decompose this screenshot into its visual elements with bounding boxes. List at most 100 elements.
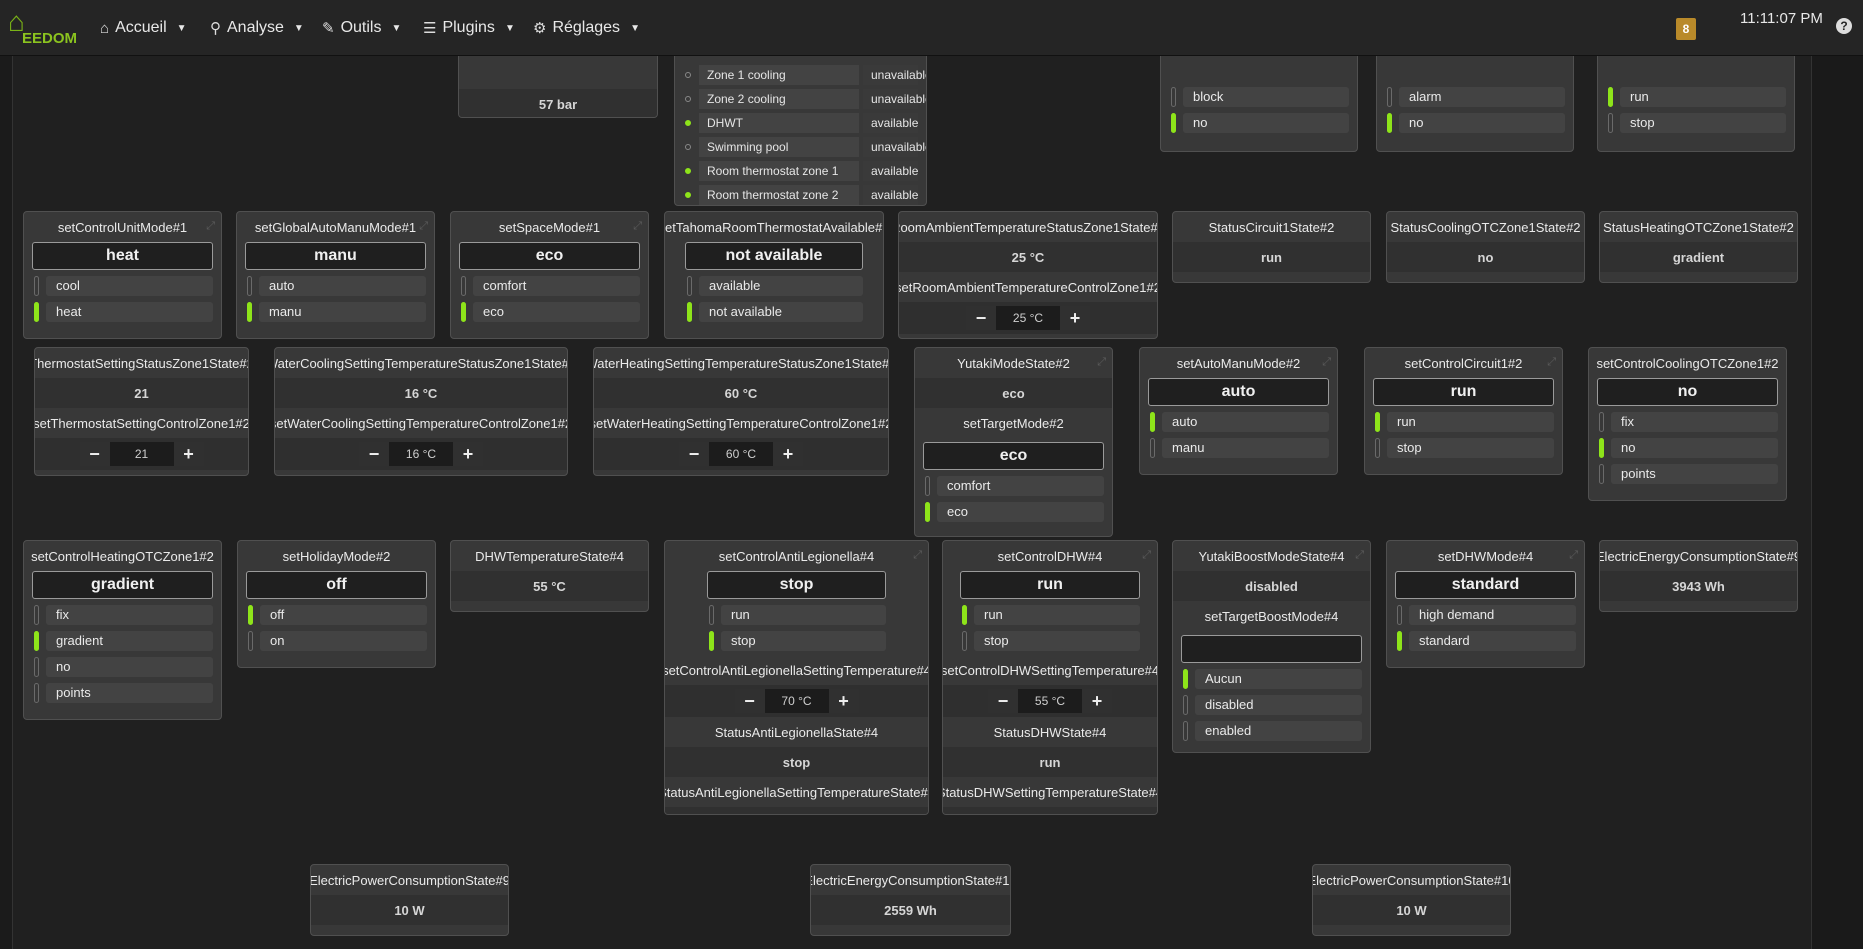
plus-button[interactable]: + [453,442,483,466]
menu-accueil[interactable]: ⌂ Accueil ▼ [100,0,187,56]
option-points[interactable]: points [1597,464,1778,484]
help-icon[interactable]: ? [1836,18,1852,34]
option-fix[interactable]: fix [32,605,213,625]
plus-button[interactable]: + [173,442,204,466]
minus-button[interactable]: − [734,689,765,713]
option-disabled[interactable]: disabled [1181,695,1362,715]
option-auto[interactable]: auto [245,276,426,296]
option-heat[interactable]: heat [32,302,213,322]
option-run[interactable]: run [707,605,886,625]
minus-button[interactable]: − [679,442,709,466]
message-badge[interactable]: 8 [1676,18,1696,40]
option-alarm[interactable]: alarm [1385,87,1565,107]
menu-outils[interactable]: ✎ Outils ▼ [322,0,401,56]
plus-button[interactable]: + [1082,689,1112,713]
list-item: Zone 1 cooling unavailable [683,65,926,85]
plus-button[interactable]: + [773,442,803,466]
state-button[interactable]: run [960,571,1140,599]
option-auto[interactable]: auto [1148,412,1329,432]
stepper-value[interactable]: 55 °C [1018,689,1082,713]
expand-icon[interactable]: ⤢ [1097,356,1106,369]
indicator [709,605,714,625]
option-no[interactable]: no [32,657,213,677]
control-title: setControlAntiLegionellaSettingTemperatu… [665,655,928,685]
right-scroll-area [1812,56,1863,949]
state-button[interactable]: not available [685,242,863,270]
stepper-value[interactable]: 16 °C [389,442,453,466]
option-manu[interactable]: manu [245,302,426,322]
option-off[interactable]: off [246,605,427,625]
home-icon: ⌂ [100,19,110,37]
option-standard[interactable]: standard [1395,631,1576,651]
option-high-demand[interactable]: high demand [1395,605,1576,625]
expand-icon[interactable]: ⤢ [1547,356,1556,369]
expand-icon[interactable]: ⤢ [419,220,428,233]
state-button[interactable]: auto [1148,378,1329,406]
plus-button[interactable]: + [1060,306,1090,330]
option-manu[interactable]: manu [1148,438,1329,458]
expand-icon[interactable]: ⤢ [1569,549,1578,562]
option-run[interactable]: run [1373,412,1554,432]
option-comfort[interactable]: comfort [459,276,640,296]
expand-icon[interactable]: ⤢ [1142,549,1151,562]
stepper-value[interactable]: 60 °C [709,442,773,466]
state-button[interactable]: manu [245,242,426,270]
option-comfort[interactable]: comfort [923,476,1104,496]
control-title: setWaterHeatingSettingTemperatureControl… [594,408,888,438]
state-button[interactable] [1181,635,1362,663]
state-button[interactable]: heat [32,242,213,270]
expand-icon[interactable]: ⤢ [1322,356,1331,369]
indicator [1387,87,1392,107]
minus-button[interactable]: − [79,442,110,466]
state-button[interactable]: off [246,571,427,599]
expand-icon[interactable]: ⤢ [913,549,922,562]
option-no[interactable]: no [1597,438,1778,458]
state-button[interactable]: no [1597,378,1778,406]
option-enabled[interactable]: enabled [1181,721,1362,741]
minus-button[interactable]: − [988,689,1018,713]
widget-setDHWMode: setDHWMode#4 ⤢ standard high demand stand… [1386,540,1585,668]
expand-icon[interactable]: ⤢ [206,220,215,233]
option-run[interactable]: run [960,605,1140,625]
option-available[interactable]: available [685,276,863,296]
option-cool[interactable]: cool [32,276,213,296]
minus-button[interactable]: − [359,442,389,466]
list-icon: ☰ [423,20,437,37]
state-button[interactable]: eco [923,442,1104,470]
option-not-available[interactable]: not available [685,302,863,322]
option-eco[interactable]: eco [923,502,1104,522]
state-button[interactable]: standard [1395,571,1576,599]
menu-plugins[interactable]: ☰ Plugins ▼ [423,0,515,56]
option-eco[interactable]: eco [459,302,640,322]
state-button[interactable]: run [1373,378,1554,406]
option-gradient[interactable]: gradient [32,631,213,651]
option-fix[interactable]: fix [1597,412,1778,432]
option-stop[interactable]: stop [960,631,1140,651]
plus-button[interactable]: + [828,689,859,713]
stepper-value[interactable]: 70 °C [764,689,829,713]
option-no[interactable]: no [1169,113,1349,133]
option-stop[interactable]: stop [1606,113,1786,133]
menu-analyse[interactable]: ⚲ Analyse ▼ [210,0,304,56]
indicator [687,302,692,322]
jeedom-logo[interactable]: ⌂ EEDOM [8,8,83,48]
state-button[interactable]: eco [459,242,640,270]
option-block[interactable]: block [1169,87,1349,107]
option-stop[interactable]: stop [707,631,886,651]
state-button[interactable]: gradient [32,571,213,599]
option-on[interactable]: on [246,631,427,651]
expand-icon[interactable]: ⤢ [1355,549,1364,562]
state-button[interactable]: stop [707,571,886,599]
stepper-value[interactable]: 21 [109,442,174,466]
option-points[interactable]: points [32,683,213,703]
stepper-value[interactable]: 25 °C [996,306,1060,330]
minus-button[interactable]: − [966,306,996,330]
list-item: Room thermostat zone 2 available [683,185,918,205]
option-run[interactable]: run [1606,87,1786,107]
expand-icon[interactable]: ⤢ [633,220,642,233]
option-aucun[interactable]: Aucun [1181,669,1362,689]
option-stop[interactable]: stop [1373,438,1554,458]
option-no[interactable]: no [1385,113,1565,133]
status-dot-icon [685,168,691,174]
menu-reglages[interactable]: ⚙ Réglages ▼ [533,0,640,56]
